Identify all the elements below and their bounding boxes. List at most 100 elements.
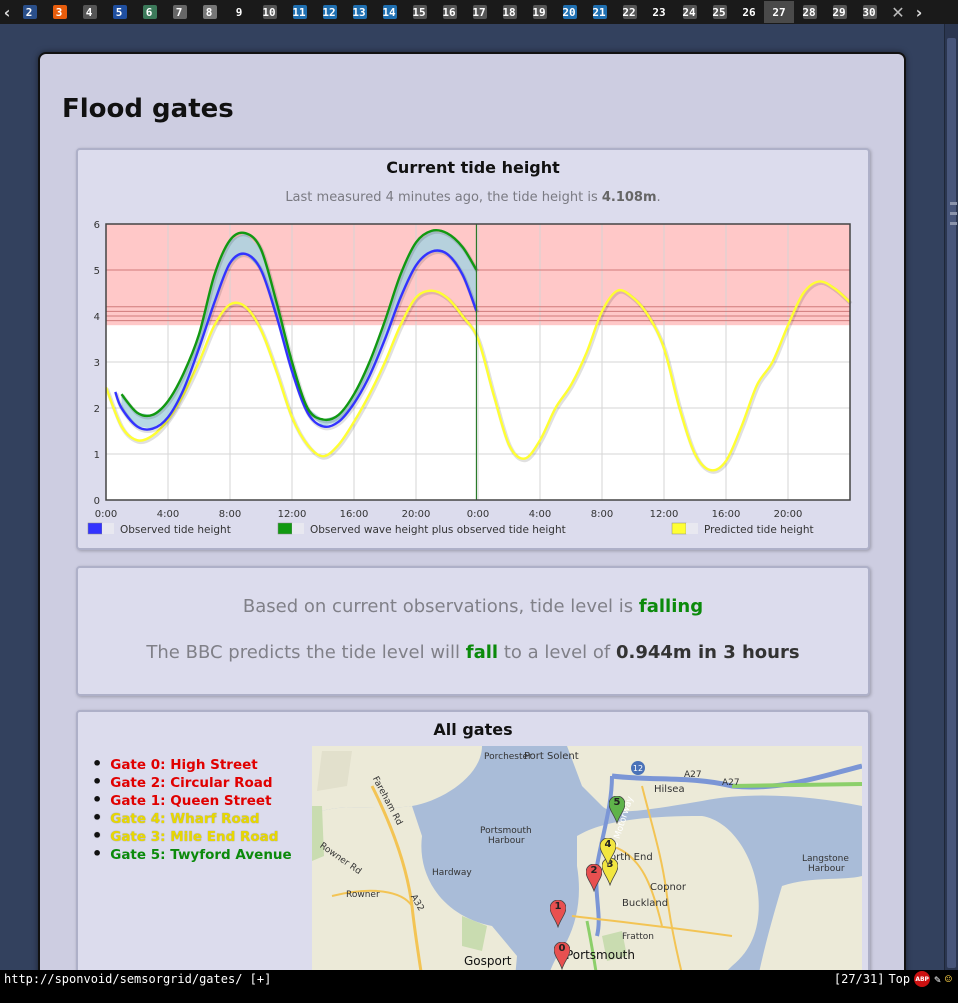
- y-tick-label: 4: [94, 312, 100, 323]
- browser-status-bar: http://sponvoid/semsorgrid/gates/ [+] [2…: [0, 970, 958, 1003]
- tab-17[interactable]: 17: [464, 1, 494, 23]
- tab-12[interactable]: 12: [314, 1, 344, 23]
- greasemonkey-icon[interactable]: ☺: [945, 972, 952, 986]
- tab-number: 3: [55, 5, 63, 19]
- tab-bar: ‹ 2 3 4 5 6 7 8 9 10 11 12 13 14 15 16 17 18 19 20 21 22 23 24…: [0, 0, 958, 24]
- legend-swatch-bg: [102, 523, 114, 534]
- tab-5[interactable]: 5: [104, 1, 134, 23]
- gate-marker-label: 1: [554, 901, 562, 912]
- tab-20[interactable]: 20: [554, 1, 584, 23]
- tab-22[interactable]: 22: [614, 1, 644, 23]
- tabs-scroll-left-icon[interactable]: ‹: [0, 3, 14, 22]
- tab-number: 14: [382, 5, 396, 19]
- tab-19[interactable]: 19: [524, 1, 554, 23]
- gate-marker-label: 4: [604, 839, 612, 850]
- tab-26[interactable]: 26: [734, 1, 764, 23]
- x-tick-label: 4:00: [529, 509, 551, 520]
- x-tick-label: 12:00: [278, 509, 307, 520]
- tab-25[interactable]: 25: [704, 1, 734, 23]
- gates-panel: All gates Gate 0: High StreetGate 2: Cir…: [76, 710, 870, 1003]
- tab-2[interactable]: 2: [14, 1, 44, 23]
- page-scrollbar[interactable]: [944, 24, 958, 970]
- tab-23[interactable]: 23: [644, 1, 674, 23]
- prediction-middle: to a level of: [498, 642, 616, 663]
- tab-4[interactable]: 4: [74, 1, 104, 23]
- gate-5-marker[interactable]: 5: [608, 795, 626, 825]
- x-tick-label: 20:00: [774, 509, 803, 520]
- x-tick-label: 16:00: [340, 509, 369, 520]
- gate-list: Gate 0: High StreetGate 2: Circular Road…: [92, 754, 292, 863]
- tab-strip: 2 3 4 5 6 7 8 9 10 11 12 13 14 15 16 17 18 19 20 21 22 23 24 25…: [14, 1, 884, 23]
- tabs-scroll-right-icon[interactable]: ›: [912, 3, 926, 22]
- tab-number: 24: [682, 5, 696, 19]
- adblock-icon[interactable]: ABP: [914, 971, 931, 987]
- x-tick-label: 16:00: [712, 509, 741, 520]
- tide-height-value: 4.108m: [601, 190, 657, 205]
- prediction-trend: fall: [465, 642, 499, 663]
- gate-0-marker[interactable]: 0: [553, 941, 571, 971]
- tab-30[interactable]: 30: [854, 1, 884, 23]
- tab-number: 25: [712, 5, 726, 19]
- tab-number: 28: [802, 5, 816, 19]
- tab-29[interactable]: 29: [824, 1, 854, 23]
- forecast-panel: Based on current observations, tide leve…: [76, 566, 870, 696]
- tab-8[interactable]: 8: [194, 1, 224, 23]
- gate-item[interactable]: Gate 2: Circular Road: [92, 772, 292, 791]
- legend-swatch: [671, 522, 687, 535]
- legend-label: Predicted tide height: [704, 524, 814, 536]
- tab-3[interactable]: 3: [44, 1, 74, 23]
- tab-number: 12: [322, 5, 336, 19]
- tide-panel-title: Current tide height: [386, 158, 560, 177]
- gate-marker-label: 0: [558, 943, 566, 954]
- close-tab-icon[interactable]: ✕: [884, 3, 912, 22]
- tab-number: 9: [235, 5, 243, 19]
- map-label-harbour-2: Harbour: [488, 836, 525, 846]
- y-tick-label: 2: [94, 404, 100, 415]
- tab-27[interactable]: 27: [764, 1, 794, 23]
- tab-28[interactable]: 28: [794, 1, 824, 23]
- y-tick-label: 5: [94, 266, 100, 277]
- map-label-a27-2: A27: [722, 778, 740, 788]
- tab-number: 6: [145, 5, 153, 19]
- tab-10[interactable]: 10: [254, 1, 284, 23]
- tab-21[interactable]: 21: [584, 1, 614, 23]
- gate-1-marker[interactable]: 1: [549, 899, 567, 929]
- tab-9[interactable]: 9: [224, 1, 254, 23]
- tide-chart: 0 1 2 3 4 5 6 0:00 4:00 8:00 12:00 16:00 20:00 0:00 4:…: [87, 220, 853, 536]
- tab-6[interactable]: 6: [134, 1, 164, 23]
- gate-item[interactable]: Gate 0: High Street: [92, 754, 292, 773]
- x-tick-label: 8:00: [219, 509, 241, 520]
- scroll-position: Top: [888, 972, 911, 986]
- tide-panel: Current tide height Last measured 4 minu…: [76, 148, 870, 550]
- tab-number: 23: [652, 5, 666, 19]
- map-label-buckland: Buckland: [622, 898, 669, 909]
- tab-7[interactable]: 7: [164, 1, 194, 23]
- gate-2-marker[interactable]: 2: [585, 863, 603, 893]
- tab-13[interactable]: 13: [344, 1, 374, 23]
- gate-item[interactable]: Gate 5: Twyford Avenue: [92, 844, 291, 863]
- tab-18[interactable]: 18: [494, 1, 524, 23]
- tab-15[interactable]: 15: [404, 1, 434, 23]
- map-label-copnor: Copnor: [650, 882, 687, 893]
- tab-14[interactable]: 14: [374, 1, 404, 23]
- gate-item[interactable]: Gate 1: Queen Street: [92, 790, 292, 809]
- page-card: Flood gates Current tide height Last mea…: [38, 52, 906, 1003]
- x-tick-label: 0:00: [467, 509, 489, 520]
- gates-panel-title: All gates: [433, 720, 513, 739]
- wrench-icon[interactable]: ✎: [934, 973, 941, 986]
- gate-4-marker[interactable]: 4: [599, 837, 617, 867]
- tab-24[interactable]: 24: [674, 1, 704, 23]
- map-label-port-solent: Port Solent: [524, 751, 579, 762]
- map-label-hilsea: Hilsea: [654, 784, 685, 795]
- gates-map[interactable]: 12 Porchester Port Solent Hilsea A27 A27…: [312, 746, 862, 1003]
- page-title: Flood gates: [62, 94, 234, 124]
- gate-item[interactable]: Gate 4: Wharf Road: [92, 808, 292, 827]
- tab-11[interactable]: 11: [284, 1, 314, 23]
- y-tick-label: 3: [94, 358, 100, 369]
- gate-marker-label: 5: [613, 797, 621, 808]
- tab-16[interactable]: 16: [434, 1, 464, 23]
- tab-number: 5: [115, 5, 123, 19]
- map-label-portsmouth: Portsmouth: [566, 948, 635, 962]
- gate-item[interactable]: Gate 3: Mile End Road: [92, 826, 292, 845]
- scrollbar-thumb[interactable]: [947, 38, 957, 968]
